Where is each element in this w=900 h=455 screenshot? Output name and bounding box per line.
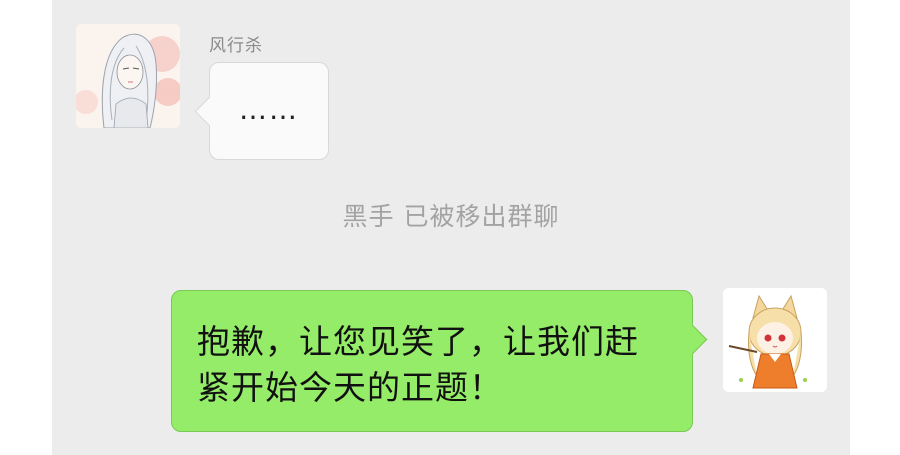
- sender-name: 风行杀: [209, 36, 263, 56]
- sender-avatar[interactable]: [76, 24, 180, 128]
- chibi-fox-girl-avatar-icon: [723, 288, 827, 392]
- self-avatar[interactable]: [723, 288, 827, 392]
- system-notice: 黑手 已被移出群聊: [342, 202, 560, 231]
- incoming-message-text: ……: [239, 93, 299, 126]
- incoming-message-bubble[interactable]: ……: [194, 62, 329, 160]
- bubble-tail: [677, 324, 708, 355]
- outgoing-message-text: 抱歉，让您见笑了，让我们赶紧开始今天的正题！: [197, 322, 639, 407]
- chat-window: 风行杀 …… 黑手 已被移出群聊 抱歉，让您见笑了，让我们赶紧开始今天的正题！: [52, 0, 850, 455]
- outgoing-message-bubble[interactable]: 抱歉，让您见笑了，让我们赶紧开始今天的正题！: [171, 290, 708, 432]
- long-haired-character-avatar-icon: [76, 24, 180, 128]
